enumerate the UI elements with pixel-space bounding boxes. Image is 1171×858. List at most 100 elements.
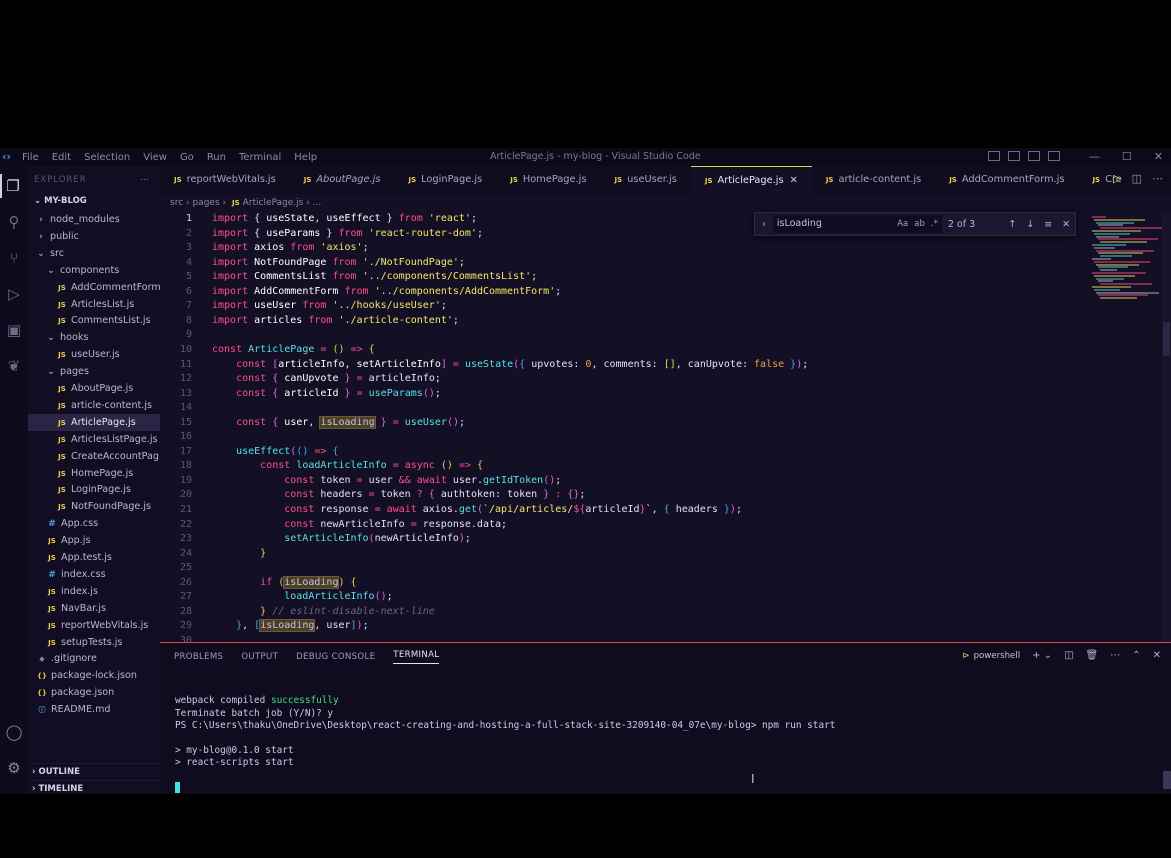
- outline-section[interactable]: › OUTLINE: [28, 763, 160, 780]
- find-in-selection-icon[interactable]: ≡: [1039, 219, 1057, 230]
- menu-terminal[interactable]: Terminal: [239, 152, 281, 163]
- match-whole-word-icon[interactable]: ab: [914, 215, 925, 233]
- minimize-button[interactable]: —: [1089, 150, 1100, 163]
- tree-item[interactable]: JS useUser.js: [28, 346, 160, 363]
- more-actions-icon[interactable]: ⋯: [141, 166, 151, 194]
- panel-tab-terminal[interactable]: TERMINAL: [393, 650, 440, 664]
- tree-item[interactable]: JS ArticlesListPage.js: [28, 431, 160, 448]
- next-match-icon[interactable]: ↓: [1021, 219, 1039, 230]
- tree-item[interactable]: JS HomePage.js: [28, 465, 160, 482]
- tree-item[interactable]: ⌄ src: [28, 245, 160, 262]
- menu-go[interactable]: Go: [180, 152, 194, 163]
- toggle-secondary-sidebar-icon[interactable]: [1028, 151, 1040, 161]
- tree-item[interactable]: ⓘ README.md: [28, 701, 160, 718]
- tree-item[interactable]: {} package-lock.json: [28, 667, 160, 684]
- tree-item[interactable]: JS ArticlesList.js: [28, 296, 160, 313]
- run-icon[interactable]: ▷: [1113, 172, 1121, 185]
- close-window-button[interactable]: ✕: [1154, 150, 1163, 163]
- tree-item[interactable]: JS CommentsList.js: [28, 312, 160, 329]
- tree-item[interactable]: JS article-content.js: [28, 397, 160, 414]
- account-icon[interactable]: ◯: [2, 720, 26, 744]
- tab-article-content-js[interactable]: JS article-content.js: [812, 166, 935, 194]
- menu-file[interactable]: File: [22, 152, 39, 163]
- tab-useuser-js[interactable]: JS useUser.js: [600, 166, 690, 194]
- tree-item[interactable]: ◆ .gitignore: [28, 650, 160, 667]
- toggle-panel-icon[interactable]: [1008, 151, 1020, 161]
- match-case-icon[interactable]: Aa: [897, 215, 908, 233]
- menu-selection[interactable]: Selection: [84, 152, 130, 163]
- run-debug-icon[interactable]: ▷: [2, 282, 26, 306]
- tree-item[interactable]: JS index.js: [28, 583, 160, 600]
- menu-edit[interactable]: Edit: [52, 152, 71, 163]
- panel-tab-problems[interactable]: PROBLEMS: [174, 652, 223, 662]
- breadcrumb-src[interactable]: src: [170, 198, 183, 208]
- tree-item[interactable]: JS NavBar.js: [28, 600, 160, 617]
- close-panel-icon[interactable]: ✕: [1153, 650, 1161, 661]
- tree-item[interactable]: JS AboutPage.js: [28, 380, 160, 397]
- find-input[interactable]: isLoading Aa ab .*: [772, 215, 942, 233]
- toggle-primary-sidebar-icon[interactable]: [988, 151, 1000, 161]
- tab-label: AboutPage.js: [316, 174, 381, 185]
- tree-item[interactable]: JS NotFoundPage.js: [28, 498, 160, 515]
- tree-item[interactable]: JS CreateAccountPag...: [28, 448, 160, 465]
- tab-loginpage-js[interactable]: JS LoginPage.js: [394, 166, 496, 194]
- tab-reportwebvitals-js[interactable]: JS reportWebVitals.js: [160, 166, 290, 194]
- panel-tab-output[interactable]: OUTPUT: [241, 652, 278, 662]
- explorer-icon[interactable]: ❐: [0, 174, 24, 198]
- tree-item[interactable]: JS reportWebVitals.js: [28, 617, 160, 634]
- split-editor-icon[interactable]: ◫: [1132, 172, 1142, 185]
- close-tab-icon[interactable]: ✕: [790, 175, 798, 186]
- source-control-icon[interactable]: ⑂: [2, 246, 26, 270]
- tree-item[interactable]: # index.css: [28, 566, 160, 583]
- more-actions-icon[interactable]: ⋯: [1152, 172, 1163, 185]
- tree-item[interactable]: {} package.json: [28, 684, 160, 701]
- maximize-panel-icon[interactable]: ⌃: [1132, 650, 1140, 661]
- tab-homepage-js[interactable]: JS HomePage.js: [496, 166, 600, 194]
- more-actions-icon[interactable]: ⋯: [1110, 650, 1120, 661]
- toggle-replace-icon[interactable]: ›: [755, 219, 773, 230]
- leaf-extension-icon[interactable]: ❦: [2, 354, 26, 378]
- tree-item[interactable]: JS setupTests.js: [28, 634, 160, 651]
- tree-item[interactable]: ⌄ pages: [28, 363, 160, 380]
- tab-articlepage-js[interactable]: JS ArticlePage.js ✕: [690, 166, 812, 194]
- code-editor[interactable]: 1 import { useState, useEffect } from 're…: [160, 212, 1090, 642]
- menu-view[interactable]: View: [143, 152, 167, 163]
- tree-item[interactable]: JS AddCommentForm...: [28, 279, 160, 296]
- breadcrumb-file[interactable]: ArticlePage.js: [243, 198, 304, 208]
- minimap[interactable]: [1090, 212, 1162, 302]
- extensions-icon[interactable]: ▣: [2, 318, 26, 342]
- workspace-root[interactable]: ⌄ MY-BLOG: [28, 194, 160, 208]
- kill-terminal-icon[interactable]: 🗑: [1086, 650, 1099, 661]
- tree-item[interactable]: JS ArticlePage.js: [28, 413, 160, 431]
- panel-tab-debug-console[interactable]: DEBUG CONSOLE: [296, 652, 375, 662]
- breadcrumb-symbol[interactable]: ...: [313, 198, 322, 208]
- tree-item[interactable]: › node_modules: [28, 211, 160, 228]
- new-terminal-icon[interactable]: + ⌄: [1032, 650, 1052, 661]
- scrollbar-thumb[interactable]: [1163, 322, 1170, 356]
- tree-item[interactable]: ⌄ hooks: [28, 329, 160, 346]
- tab-aboutpage-js[interactable]: JS AboutPage.js: [290, 166, 395, 194]
- tree-item[interactable]: › public: [28, 228, 160, 245]
- timeline-section[interactable]: › TIMELINE: [28, 780, 160, 794]
- tree-item[interactable]: JS App.js: [28, 532, 160, 549]
- menu-help[interactable]: Help: [294, 152, 317, 163]
- menu-run[interactable]: Run: [207, 152, 226, 163]
- tree-item[interactable]: JS App.test.js: [28, 549, 160, 566]
- previous-match-icon[interactable]: ↑: [1003, 219, 1021, 230]
- tree-item[interactable]: ⌄ components: [28, 262, 160, 279]
- customize-layout-icon[interactable]: [1048, 151, 1060, 161]
- tree-item[interactable]: # App.css: [28, 515, 160, 532]
- maximize-button[interactable]: ☐: [1122, 150, 1132, 163]
- split-terminal-icon[interactable]: ◫: [1064, 650, 1073, 661]
- editor-scrollbar[interactable]: [1162, 212, 1171, 642]
- terminal-output[interactable]: webpack compiled successfully Terminate b…: [175, 683, 1165, 794]
- close-find-icon[interactable]: ✕: [1057, 219, 1075, 230]
- search-icon[interactable]: ⚲: [2, 210, 26, 234]
- terminal-scrollbar[interactable]: [1163, 771, 1171, 789]
- gear-icon[interactable]: ⚙: [2, 756, 26, 780]
- use-regex-icon[interactable]: .*: [931, 215, 938, 233]
- terminal-shell-selector[interactable]: ⊳ powershell: [962, 651, 1020, 661]
- breadcrumb-pages[interactable]: pages: [192, 198, 219, 208]
- tab-addcommentform-js[interactable]: JS AddCommentForm.js: [935, 166, 1078, 194]
- tree-item[interactable]: JS LoginPage.js: [28, 481, 160, 498]
